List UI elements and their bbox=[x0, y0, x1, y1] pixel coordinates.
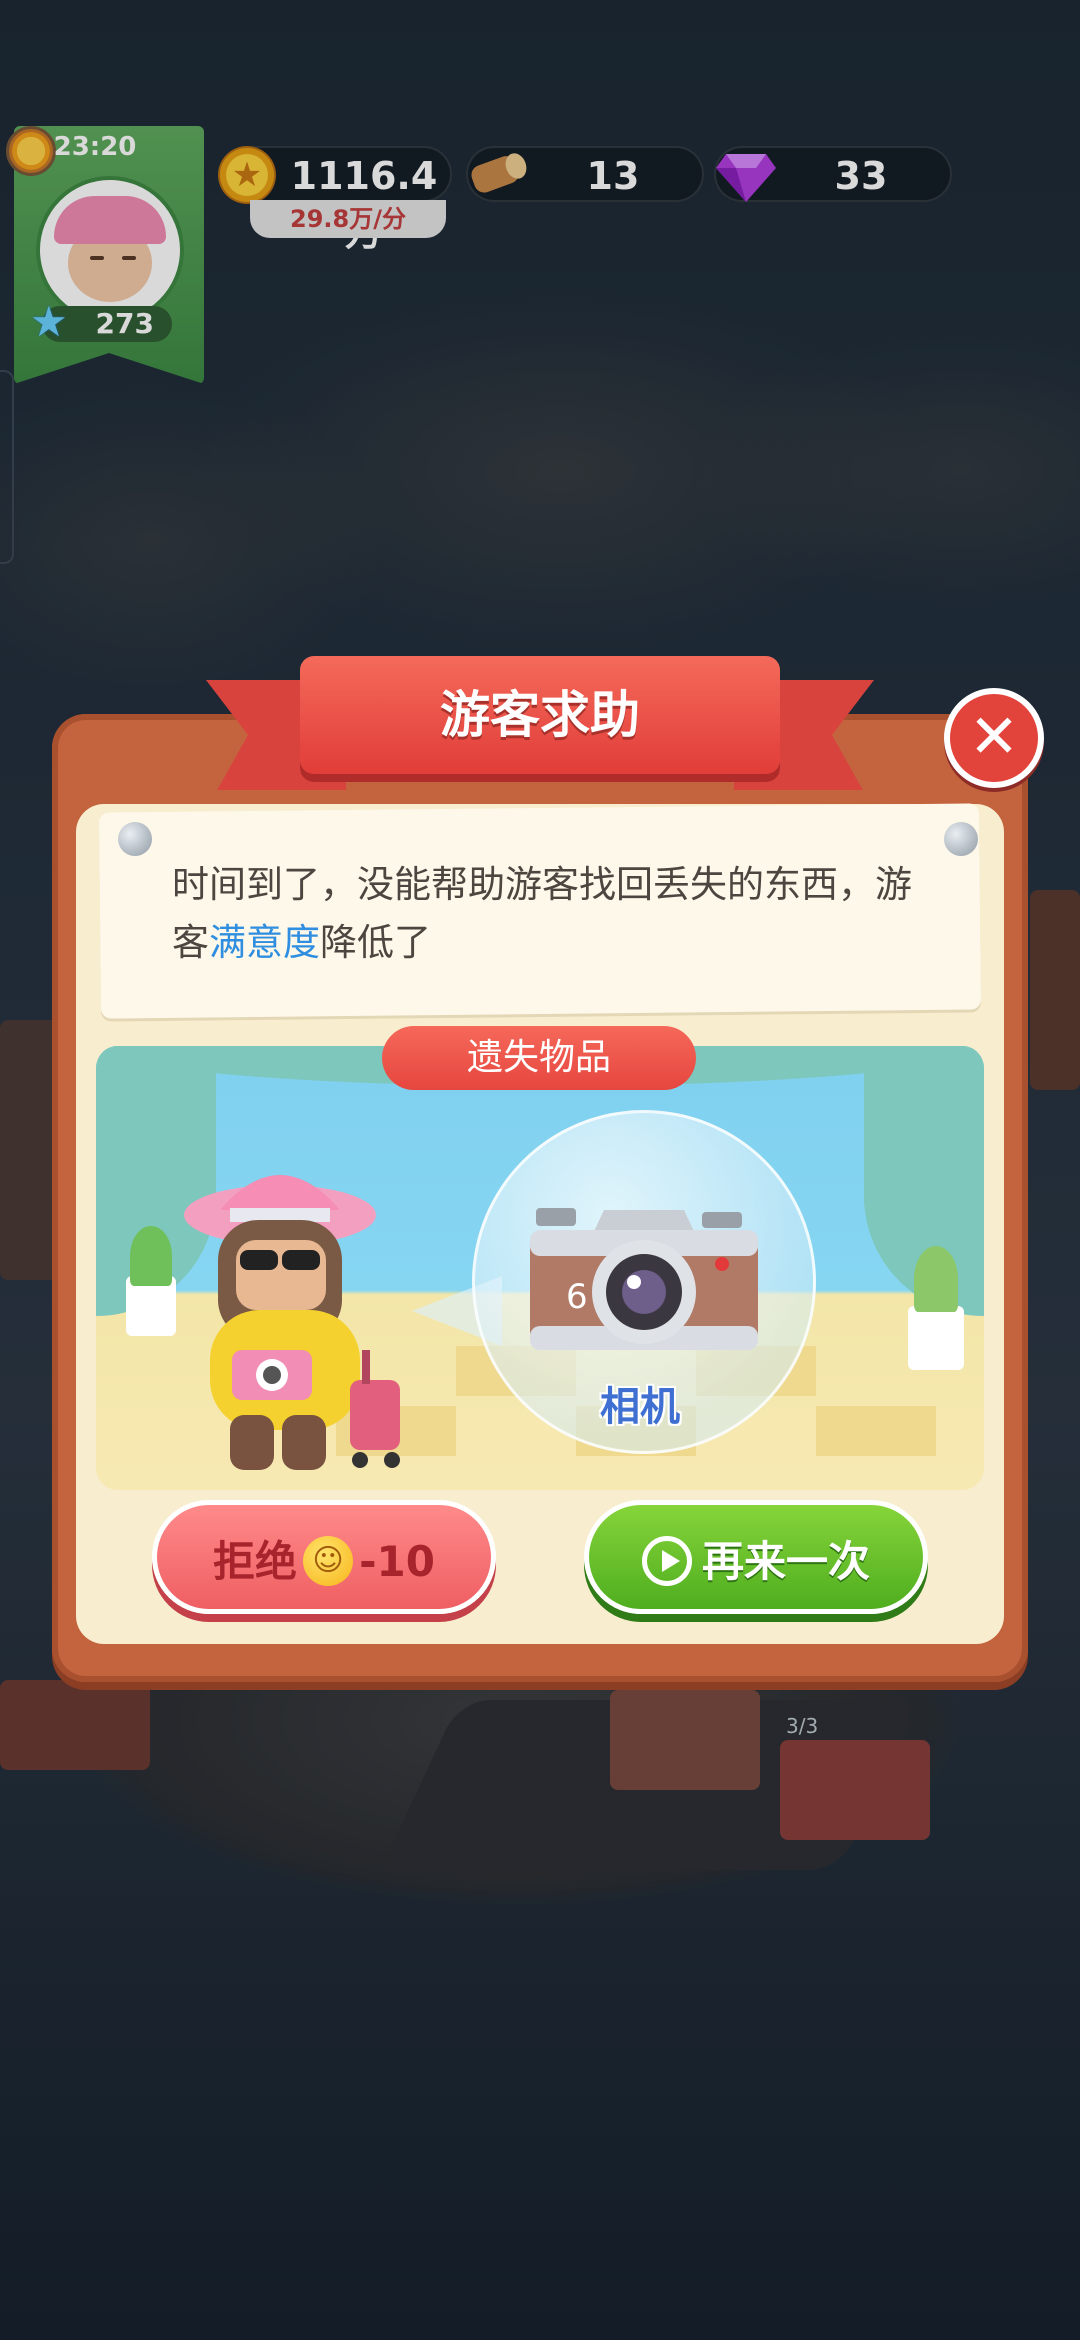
dialog-message: 时间到了，没能帮助游客找回丢失的东西，游客满意度降低了 bbox=[172, 856, 932, 972]
reject-button[interactable]: 拒绝 ☺ -10 bbox=[152, 1500, 496, 1614]
tourist-character bbox=[184, 1175, 400, 1470]
pin-icon bbox=[118, 822, 152, 856]
smile-face-icon: ☺ bbox=[303, 1535, 354, 1586]
item-name-label: 相机 bbox=[600, 1384, 680, 1430]
close-button[interactable]: ✕ bbox=[944, 688, 1044, 788]
pin-icon bbox=[944, 822, 978, 856]
satisfaction-highlight: 满意度 bbox=[209, 921, 320, 964]
play-icon bbox=[641, 1535, 692, 1586]
camera-icon: 6 bbox=[530, 1208, 758, 1350]
close-icon: ✕ bbox=[968, 702, 1020, 772]
reject-penalty: -10 bbox=[359, 1537, 435, 1586]
plant-leaves-left bbox=[130, 1226, 172, 1286]
svg-text:6: 6 bbox=[566, 1277, 588, 1317]
retry-label: 再来一次 bbox=[701, 1537, 870, 1586]
plant-leaves-right bbox=[914, 1246, 958, 1312]
message-text-end: 降低了 bbox=[320, 921, 431, 964]
dialog-title: 游客求助 bbox=[300, 656, 780, 774]
floor-tile bbox=[816, 1406, 936, 1456]
retry-button[interactable]: 再来一次 bbox=[584, 1500, 928, 1614]
reject-label: 拒绝 bbox=[213, 1537, 298, 1586]
plant-pot-right bbox=[908, 1306, 964, 1370]
lost-items-label: 遗失物品 bbox=[382, 1026, 696, 1090]
